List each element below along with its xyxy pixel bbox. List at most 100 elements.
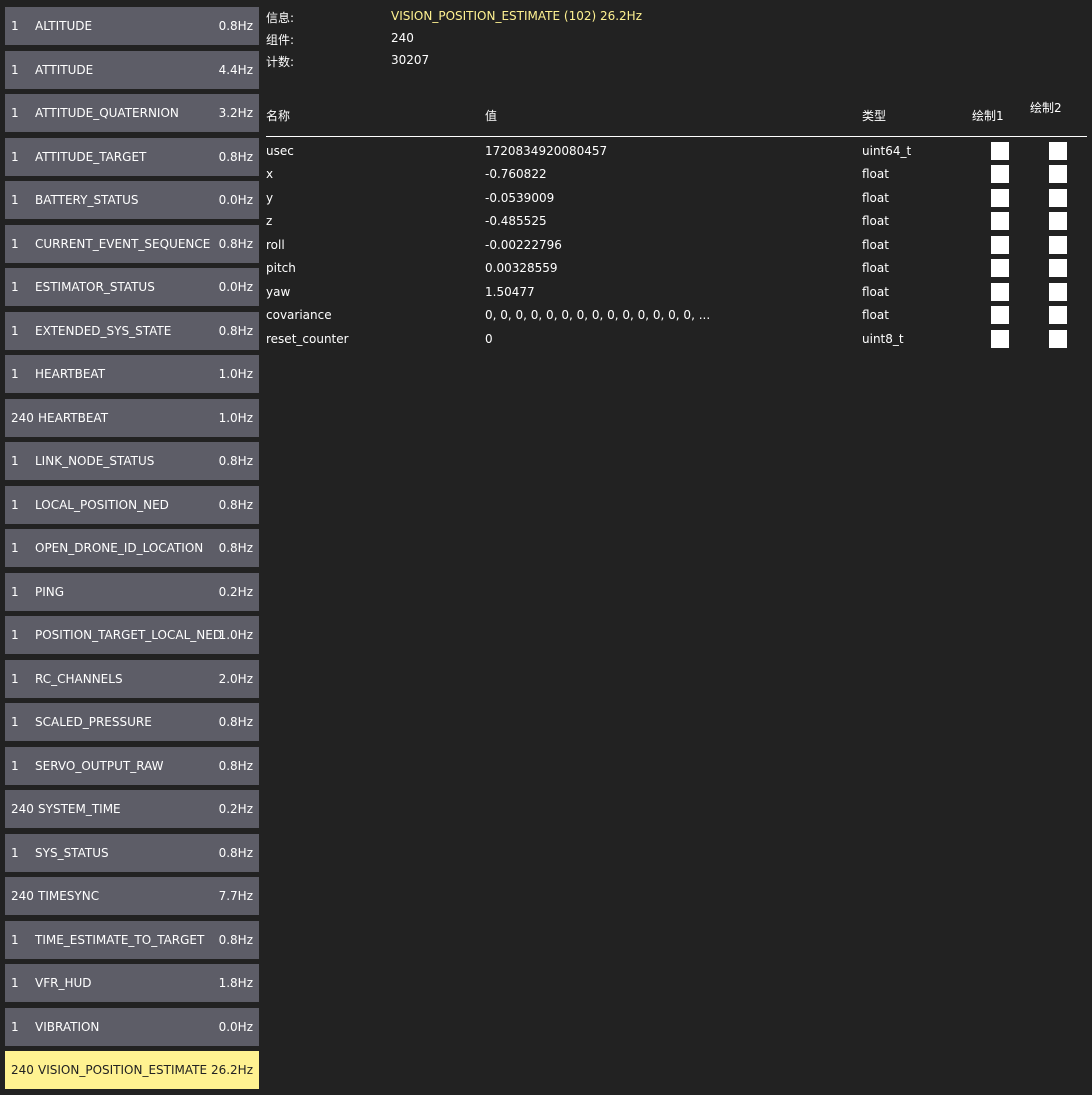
column-header-name: 名称	[266, 109, 291, 123]
message-rate: 0.8Hz	[218, 323, 253, 338]
message-rate: 0.8Hz	[218, 149, 253, 164]
message-component-id: 1	[11, 323, 19, 338]
field-name: pitch	[266, 261, 296, 276]
message-button[interactable]: 1 PING 0.2Hz	[5, 572, 259, 611]
message-button[interactable]: 1 CURRENT_EVENT_SEQUENCE 0.8Hz	[5, 224, 259, 263]
message-button[interactable]: 1 EXTENDED_SYS_STATE 0.8Hz	[5, 311, 259, 350]
plot2-checkbox[interactable]	[1049, 142, 1067, 160]
field-name: y	[266, 190, 274, 205]
plot2-checkbox[interactable]	[1049, 282, 1067, 301]
message-button[interactable]: 1 LOCAL_POSITION_NED 0.8Hz	[5, 485, 259, 524]
message-component-id: 1	[11, 193, 19, 208]
message-button[interactable]: 1 ATTITUDE 4.4Hz	[5, 50, 259, 89]
message-button[interactable]: 1 SERVO_OUTPUT_RAW 0.8Hz	[5, 746, 259, 785]
message-button[interactable]: 1 POSITION_TARGET_LOCAL_NED 1.0Hz	[5, 616, 259, 655]
message-button[interactable]: 1 OPEN_DRONE_ID_LOCATION 0.8Hz	[5, 529, 259, 568]
plot1-checkbox[interactable]	[991, 306, 1009, 325]
plot1-checkbox[interactable]	[991, 259, 1009, 278]
message-rate: 7.7Hz	[218, 889, 253, 904]
message-component-id: 1	[11, 497, 19, 512]
message-name: SCALED_PRESSURE	[35, 715, 152, 730]
message-button[interactable]: 240 TIMESYNC 7.7Hz	[5, 877, 259, 916]
plot1-checkbox[interactable]	[991, 329, 1009, 348]
message-component-id: 1	[11, 758, 19, 773]
message-button[interactable]: 1 HEARTBEAT 1.0Hz	[5, 355, 259, 394]
info-component-label: 组件:	[266, 33, 295, 47]
field-type: float	[862, 214, 889, 229]
message-rate: 0.0Hz	[218, 280, 253, 295]
message-rate: 0.2Hz	[218, 802, 253, 817]
field-value: 0, 0, 0, 0, 0, 0, 0, 0, 0, 0, 0, 0, 0, 0…	[485, 308, 711, 323]
plot1-checkbox[interactable]	[991, 188, 1009, 207]
plot1-checkbox[interactable]	[991, 235, 1009, 254]
message-button[interactable]: 1 BATTERY_STATUS 0.0Hz	[5, 181, 259, 220]
message-name: PING	[35, 584, 65, 599]
field-name: usec	[266, 144, 294, 158]
message-button[interactable]: 1 VFR_HUD 1.8Hz	[5, 964, 259, 1003]
message-button[interactable]: 1 SYS_STATUS 0.8Hz	[5, 833, 259, 872]
plot1-checkbox[interactable]	[991, 212, 1009, 231]
plot2-checkbox[interactable]	[1049, 212, 1067, 231]
plot2-checkbox[interactable]	[1049, 329, 1067, 348]
message-component-id: 240	[11, 410, 34, 425]
plot1-checkbox[interactable]	[991, 142, 1009, 160]
plot2-checkbox[interactable]	[1049, 259, 1067, 278]
table-row: x -0.760822 float	[266, 163, 1087, 186]
message-rate: 0.8Hz	[218, 845, 253, 860]
message-name: HEARTBEAT	[35, 367, 106, 382]
message-rate: 0.8Hz	[218, 454, 253, 469]
message-button[interactable]: 1 ESTIMATOR_STATUS 0.0Hz	[5, 268, 259, 307]
field-value: -0.00222796	[485, 237, 562, 252]
message-component-id: 1	[11, 367, 19, 382]
plot2-checkbox[interactable]	[1049, 235, 1067, 254]
message-rate: 0.0Hz	[218, 193, 253, 208]
message-button[interactable]: 1 SCALED_PRESSURE 0.8Hz	[5, 703, 259, 742]
message-rate: 0.2Hz	[218, 584, 253, 599]
field-type: float	[862, 190, 889, 205]
message-component-id: 1	[11, 976, 19, 991]
message-rate: 0.8Hz	[218, 932, 253, 947]
message-component-id: 1	[11, 280, 19, 295]
message-component-id: 1	[11, 671, 19, 686]
message-button[interactable]: 1 VIBRATION 0.0Hz	[5, 1007, 259, 1046]
message-button[interactable]: 1 LINK_NODE_STATUS 0.8Hz	[5, 442, 259, 481]
field-table-body: usec 1720834920080457 uint64_t x -0.760822 fl…	[266, 140, 1087, 351]
plot1-checkbox[interactable]	[991, 165, 1009, 184]
message-rate: 4.4Hz	[218, 62, 253, 77]
info-count-value: 30207	[391, 53, 430, 67]
message-button[interactable]: 1 ATTITUDE_QUATERNION 3.2Hz	[5, 94, 259, 133]
column-header-plot1: 绘制1	[972, 109, 1004, 123]
message-component-id: 240	[11, 889, 34, 904]
message-component-id: 1	[11, 62, 19, 77]
field-table-header: 名称 值 类型 绘制1 绘制2	[266, 96, 1087, 137]
message-button[interactable]: 1 RC_CHANNELS 2.0Hz	[5, 659, 259, 698]
message-rate: 2.0Hz	[218, 671, 253, 686]
field-type: float	[862, 237, 889, 252]
field-name: reset_counter	[266, 331, 349, 346]
message-button[interactable]: 1 ALTITUDE 0.8Hz	[5, 7, 259, 45]
message-name: EXTENDED_SYS_STATE	[35, 323, 172, 338]
message-button[interactable]: 1 ATTITUDE_TARGET 0.8Hz	[5, 137, 259, 176]
field-value: -0.0539009	[485, 190, 555, 205]
field-name: roll	[266, 237, 285, 252]
field-value: 0	[485, 331, 493, 346]
plot2-checkbox[interactable]	[1049, 165, 1067, 184]
message-button[interactable]: 240 SYSTEM_TIME 0.2Hz	[5, 790, 259, 829]
plot2-checkbox[interactable]	[1049, 188, 1067, 207]
message-name: BATTERY_STATUS	[35, 193, 139, 208]
message-component-id: 1	[11, 845, 19, 860]
message-button[interactable]: 1 TIME_ESTIMATE_TO_TARGET 0.8Hz	[5, 920, 259, 959]
message-name: VFR_HUD	[35, 976, 92, 991]
plot2-checkbox[interactable]	[1049, 306, 1067, 325]
message-button[interactable]: 240 HEARTBEAT 1.0Hz	[5, 398, 259, 437]
column-header-value: 值	[485, 109, 498, 123]
table-row: pitch 0.00328559 float	[266, 257, 1087, 280]
message-component-id: 1	[11, 584, 19, 599]
message-component-id: 1	[11, 19, 19, 33]
message-rate: 0.8Hz	[218, 758, 253, 773]
field-name: yaw	[266, 284, 291, 299]
field-type: float	[862, 261, 889, 276]
message-button[interactable]: 240 VISION_POSITION_ESTIMATE 26.2Hz	[5, 1051, 259, 1090]
message-list: 1 ALTITUDE 0.8Hz 1 ATTITUDE 4.4Hz 1 ATTITUDE_QU…	[5, 7, 259, 1095]
plot1-checkbox[interactable]	[991, 282, 1009, 301]
